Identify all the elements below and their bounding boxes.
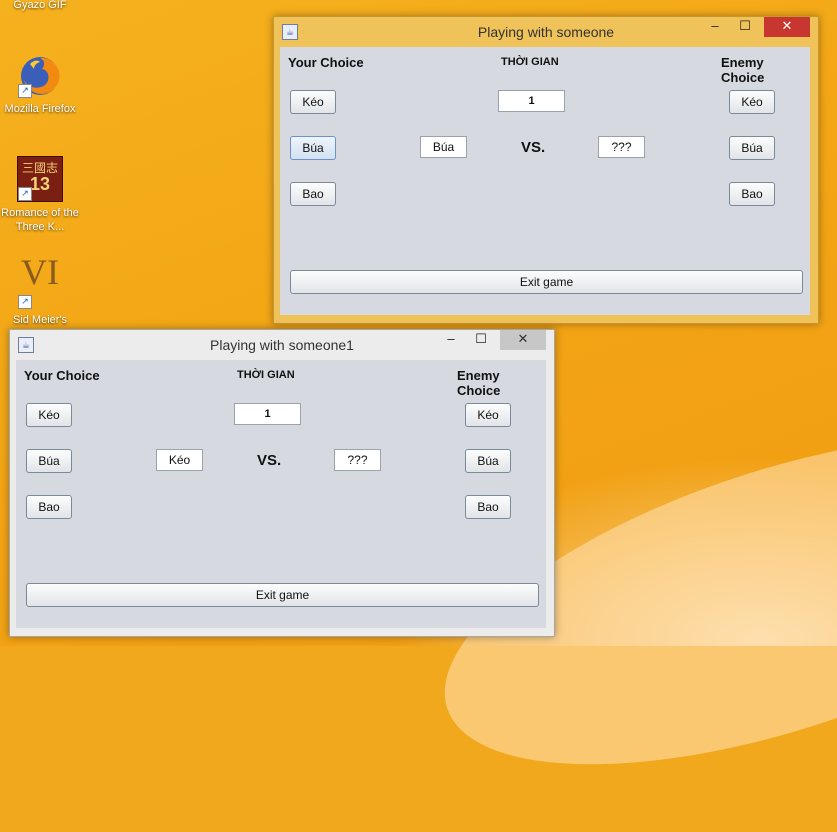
timer-field: 1 [498,90,565,112]
your-choice-label: Your Choice [288,55,364,70]
romance-three-kingdoms-icon: 三國志 13 ↗ [17,156,63,202]
shortcut-arrow-icon: ↗ [18,84,32,98]
your-choice-bua-button[interactable]: Búa [290,136,336,160]
player-selection-field: Búa [420,136,467,158]
enemy-selection-field: ??? [598,136,645,158]
minimize-button[interactable]: – [702,17,728,37]
enemy-choice-bua-button[interactable]: Búa [729,136,775,160]
timer-label: THỜI GIAN [501,56,559,68]
your-choice-keo-button[interactable]: Kéo [290,90,336,114]
firefox-icon: ↗ [18,54,62,98]
desktop-icon-label: Mozilla Firefox [4,103,76,115]
desktop-icon-label: Sid Meier's [12,314,68,326]
enemy-choice-bao-button[interactable]: Bao [729,182,775,206]
your-choice-bua-button[interactable]: Búa [26,449,72,473]
desktop-icon-gyazo[interactable]: Gyazo GIF [0,0,80,12]
game-window-1: ☕ Playing with someone – ☐ ✕ Your Choice… [273,16,819,324]
enemy-choice-label: Enemy Choice [457,368,501,398]
maximize-button[interactable]: ☐ [732,17,758,37]
maximize-button[interactable]: ☐ [468,330,494,350]
desktop-icon-label: Gyazo GIF [13,0,67,11]
vs-label: VS. [257,452,282,469]
desktop-icon-civilization[interactable]: VI ↗ Sid Meier's [0,254,80,327]
your-choice-keo-button[interactable]: Kéo [26,403,72,427]
desktop-icon-label: Romance of the Three K... [1,207,79,233]
exit-game-button[interactable]: Exit game [26,583,539,607]
minimize-button[interactable]: – [438,330,464,350]
game-window-2: ☕ Playing with someone1 – ☐ ✕ Your Choic… [9,329,555,637]
your-choice-bao-button[interactable]: Bao [26,495,72,519]
close-button[interactable]: ✕ [764,17,810,37]
enemy-choice-bua-button[interactable]: Búa [465,449,511,473]
enemy-choice-keo-button[interactable]: Kéo [729,90,775,114]
civilization-icon: VI ↗ [18,254,62,309]
desktop-icon-romance-three-kingdoms[interactable]: 三國志 13 ↗ Romance of the Three K... [0,156,80,234]
your-choice-bao-button[interactable]: Bao [290,182,336,206]
timer-label: THỜI GIAN [237,369,295,381]
game-panel: Your Choice THỜI GIAN Enemy Choice 1 Kéo… [16,360,546,628]
enemy-choice-keo-button[interactable]: Kéo [465,403,511,427]
enemy-selection-field: ??? [334,449,381,471]
enemy-choice-label: Enemy Choice [721,55,765,85]
desktop-icon-firefox[interactable]: ↗ Mozilla Firefox [0,54,80,116]
shortcut-arrow-icon: ↗ [18,187,32,201]
enemy-choice-bao-button[interactable]: Bao [465,495,511,519]
title-bar[interactable]: ☕ Playing with someone – ☐ ✕ [274,17,818,47]
close-button[interactable]: ✕ [500,330,546,350]
shortcut-arrow-icon: ↗ [18,295,32,309]
title-bar[interactable]: ☕ Playing with someone1 – ☐ ✕ [10,330,554,360]
your-choice-label: Your Choice [24,368,100,383]
exit-game-button[interactable]: Exit game [290,270,803,294]
vs-label: VS. [521,139,546,156]
player-selection-field: Kéo [156,449,203,471]
timer-field: 1 [234,403,301,425]
game-panel: Your Choice THỜI GIAN Enemy Choice 1 Kéo… [280,47,810,315]
